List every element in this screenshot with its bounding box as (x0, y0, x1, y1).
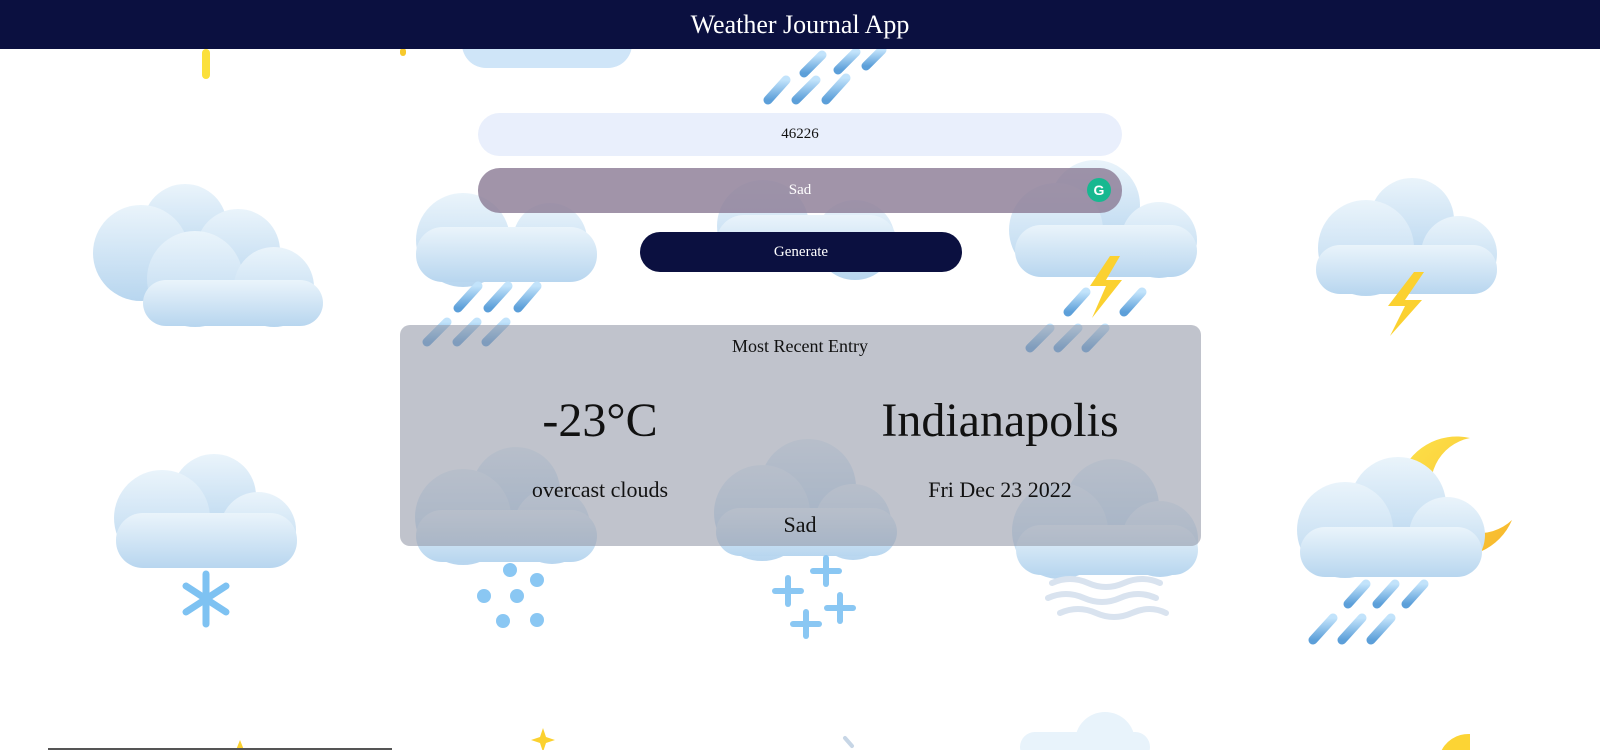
heavy-rain-icon (763, 45, 887, 105)
entry-temperature: -23°C (542, 394, 658, 447)
feelings-input-value: Sad (788, 182, 812, 198)
generate-button[interactable]: Generate (640, 232, 962, 272)
app-title: Weather Journal App (690, 9, 910, 39)
cloud-icon (1020, 712, 1150, 750)
entry-date: Fri Dec 23 2022 (928, 477, 1072, 502)
entry-city: Indianapolis (881, 394, 1119, 447)
entry-content: Sad (783, 512, 817, 537)
zip-input-value: 46226 (781, 126, 819, 142)
entry-description: overcast clouds (531, 477, 669, 502)
grammarly-icon[interactable]: G (1087, 178, 1111, 202)
night-rain-icon (1297, 436, 1512, 645)
zip-input[interactable]: 46226 (478, 113, 1122, 156)
app-header: Weather Journal App (0, 0, 1600, 49)
star-icon (236, 728, 555, 750)
moon-icon (1441, 733, 1470, 750)
sun-icon (202, 48, 406, 79)
lightning-cloud-icon (1316, 178, 1497, 336)
cloud-icon (93, 184, 323, 327)
entry-title: Most Recent Entry (732, 336, 868, 356)
snow-cloud-icon (114, 454, 297, 628)
rain-cloud-icon (416, 193, 597, 347)
feelings-input[interactable]: Sad (478, 168, 1122, 213)
